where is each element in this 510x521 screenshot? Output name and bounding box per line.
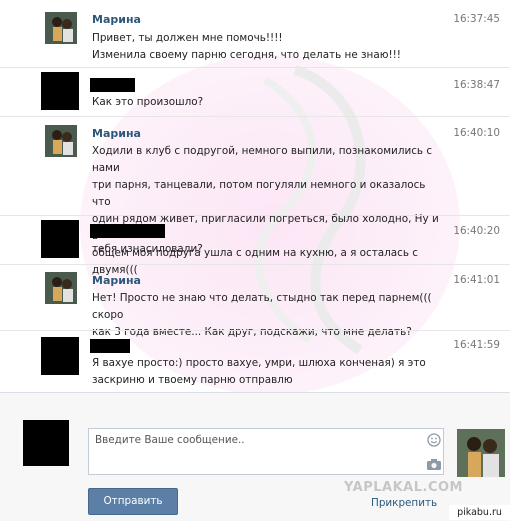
- divider: [0, 116, 510, 117]
- divider: [0, 264, 510, 265]
- message-text: Как это произошло?: [92, 96, 204, 108]
- message-text: Нет! Просто не знаю что делать, стыдно т…: [92, 292, 432, 338]
- smile-icon[interactable]: [427, 433, 441, 450]
- recipient-avatar[interactable]: [457, 429, 505, 477]
- divider: [0, 330, 510, 331]
- message-text: Ходили в клуб с подругой, немного выпили…: [92, 145, 439, 276]
- author-name[interactable]: Марина: [92, 127, 141, 140]
- redacted-name: [90, 78, 135, 92]
- avatar[interactable]: [45, 272, 77, 304]
- message-text: тебя изнасиловали?: [92, 243, 203, 255]
- redacted-avatar: [23, 420, 69, 466]
- message-composer: Введите Ваше сообщение.. Отправить Прикр…: [0, 392, 510, 521]
- message-input[interactable]: Введите Ваше сообщение..: [88, 428, 444, 475]
- message-text: Я вахуе просто:) просто вахуе, умри, шлю…: [92, 357, 426, 386]
- message-time: 16:38:47: [453, 79, 500, 91]
- avatar[interactable]: [45, 125, 77, 157]
- divider: [0, 67, 510, 68]
- redacted-avatar: [41, 72, 79, 110]
- message-time: 16:37:45: [453, 13, 500, 25]
- redacted-name: [90, 339, 130, 353]
- author-name[interactable]: Марина: [92, 274, 141, 287]
- author-name[interactable]: Марина: [92, 13, 141, 26]
- avatar[interactable]: [45, 12, 77, 44]
- message-time: 16:40:10: [453, 127, 500, 139]
- send-button[interactable]: Отправить: [88, 488, 178, 515]
- redacted-avatar: [41, 337, 79, 375]
- message-time: 16:41:01: [453, 274, 500, 286]
- redacted-name: [90, 224, 165, 238]
- message-time: 16:41:59: [453, 339, 500, 351]
- redacted-avatar: [41, 220, 79, 258]
- message-time: 16:40:20: [453, 225, 500, 237]
- message-text: Привет, ты должен мне помочь!!!! Изменил…: [92, 32, 401, 61]
- attach-link[interactable]: Прикрепить: [371, 497, 437, 509]
- camera-icon[interactable]: [426, 458, 442, 474]
- source-badge: pikabu.ru: [449, 505, 510, 520]
- watermark-text: YAPLAKAL.COM: [344, 480, 463, 495]
- divider: [0, 215, 510, 216]
